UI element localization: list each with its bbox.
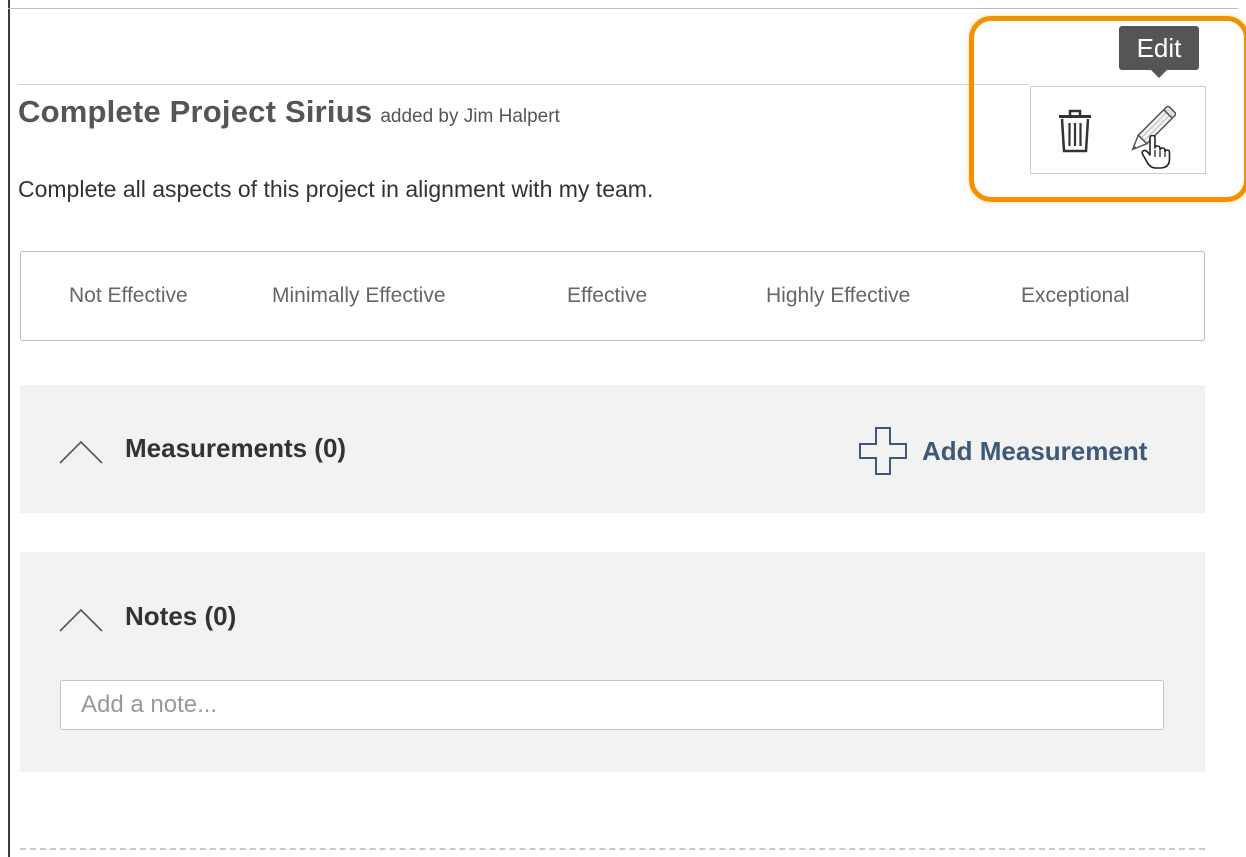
window-left-border	[8, 0, 10, 857]
chevron-up-icon[interactable]	[58, 439, 104, 465]
trash-icon	[1059, 109, 1091, 153]
window-top-border	[8, 8, 1238, 9]
delete-button[interactable]	[1049, 103, 1101, 159]
notes-title: Notes (0)	[125, 601, 237, 631]
rating-not-effective[interactable]: Not Effective	[69, 252, 188, 340]
goal-author: added by Jim Halpert	[380, 106, 560, 127]
chevron-up-icon[interactable]	[58, 607, 104, 633]
goal-actions	[1030, 86, 1206, 174]
edit-tooltip: Edit	[1119, 26, 1199, 78]
measurements-section: Measurements (0) Add Measurement	[20, 385, 1205, 513]
header-divider	[18, 84, 1028, 85]
rating-highly-effective[interactable]: Highly Effective	[766, 252, 910, 340]
hand-pointer-icon	[1141, 135, 1171, 169]
section-separator	[20, 848, 1205, 850]
goal-description: Complete all aspects of this project in …	[18, 176, 654, 202]
goal-header: Complete Project Sirius added by Jim Halp…	[18, 94, 560, 130]
measurements-title: Measurements (0)	[125, 433, 347, 463]
notes-section: Notes (0)	[20, 552, 1205, 772]
rating-exceptional[interactable]: Exceptional	[1021, 252, 1130, 340]
goal-title: Complete Project Sirius	[18, 94, 373, 129]
plus-icon	[859, 427, 907, 475]
edit-button[interactable]	[1125, 103, 1177, 169]
rating-scale: Not Effective Minimally Effective Effect…	[20, 251, 1205, 341]
rating-effective[interactable]: Effective	[567, 252, 647, 340]
note-input[interactable]	[60, 680, 1164, 730]
add-measurement-label: Add Measurement	[922, 435, 1148, 466]
rating-minimally-effective[interactable]: Minimally Effective	[272, 252, 446, 340]
add-measurement-button[interactable]: Add Measurement	[858, 426, 1147, 476]
